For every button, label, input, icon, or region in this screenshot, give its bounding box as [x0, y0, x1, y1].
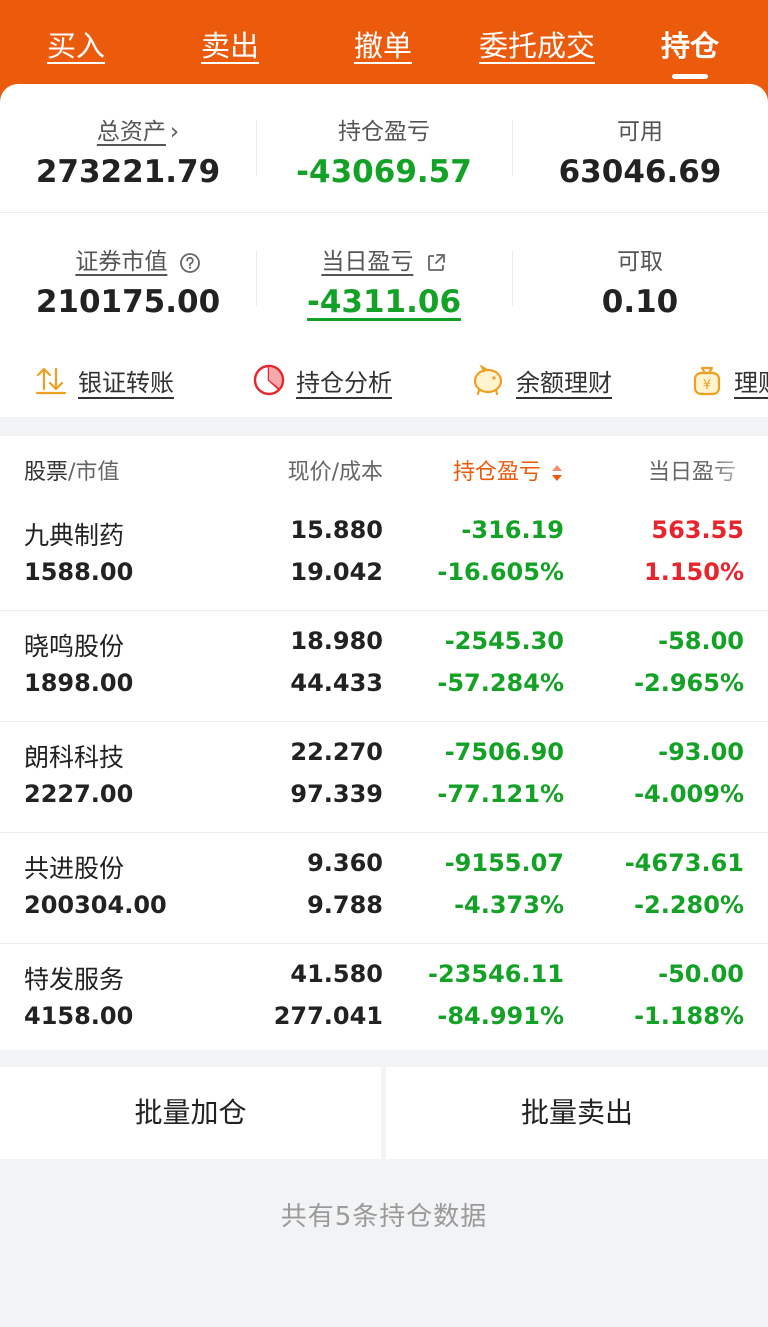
table-row[interactable]: 共进股份 200304.00 9.360 9.788 -9155.07 -4.373% -4… [0, 833, 768, 944]
money-bag-icon: ¥ [693, 366, 721, 396]
stock-market-value: 4158.00 [24, 1002, 134, 1030]
position-pnl-amount: -7506.90 [444, 738, 564, 766]
header-position-pnl[interactable]: 持仓盈亏 [453, 454, 564, 486]
header-price-cost: 现价/成本 [287, 460, 383, 485]
position-pnl-percent: -57.284% [437, 669, 564, 697]
position-pnl-amount: -9155.07 [444, 849, 564, 877]
current-price: 41.580 [290, 960, 383, 988]
position-pnl-value: -43069.57 [296, 154, 472, 190]
external-link-icon[interactable] [425, 252, 447, 274]
holdings-table: 股票/市值 现价/成本 持仓盈亏 当日盈亏 九典制药 1588.00 15.880 1… [0, 436, 768, 1050]
batch-action-bar: 批量加仓 批量卖出 [0, 1067, 768, 1159]
market-value-value: 210175.00 [35, 284, 221, 320]
current-price: 18.980 [290, 627, 383, 655]
current-price: 9.360 [307, 849, 383, 877]
daily-pnl-percent: 1.150% [644, 558, 744, 586]
stock-name: 共进股份 [24, 854, 125, 883]
header-fade-overlay [708, 436, 768, 500]
transfer-icon [35, 367, 67, 395]
account-summary-card: 总资产 › 273221.79 持仓盈亏 -43069.57 可用 63046.6… [0, 84, 768, 417]
daily-pnl-percent: -2.280% [634, 891, 744, 919]
sort-icon [552, 465, 562, 481]
withdrawable-label: 可取 [617, 249, 663, 275]
batch-add-button[interactable]: 批量加仓 [0, 1067, 381, 1159]
position-pnl-percent: -16.605% [437, 558, 564, 586]
total-assets-label[interactable]: 总资产 › [10, 112, 266, 146]
stock-market-value: 2227.00 [24, 780, 134, 808]
total-assets-value: 273221.79 [35, 154, 221, 190]
market-value-label[interactable]: 证券市值 [10, 242, 266, 276]
daily-pnl-percent: -4.009% [634, 780, 744, 808]
header-stock-market-value: 股票/市值 [24, 460, 120, 485]
daily-pnl-amount: 563.55 [651, 516, 744, 544]
position-pnl-amount: -2545.30 [444, 627, 564, 655]
stock-name: 九典制药 [24, 521, 125, 550]
position-pnl-label: 持仓盈亏 [338, 119, 430, 145]
position-pnl-percent: -84.991% [437, 1002, 564, 1030]
stock-market-value: 200304.00 [24, 891, 167, 919]
daily-pnl-amount: -93.00 [658, 738, 744, 766]
daily-pnl-amount: -58.00 [658, 627, 744, 655]
withdrawable-value: 0.10 [601, 284, 679, 320]
cost-price: 277.041 [273, 1002, 383, 1030]
shortcut-balance-wealth[interactable]: 余额理财 [470, 360, 612, 400]
tab-positions[interactable]: 持仓 [638, 26, 742, 66]
piggy-bank-icon [473, 364, 503, 396]
position-pnl-percent: -77.121% [437, 780, 564, 808]
daily-pnl-percent: -2.965% [634, 669, 744, 697]
stock-name: 朗科科技 [24, 743, 125, 772]
shortcut-bank-transfer[interactable]: 银证转账 [34, 360, 174, 400]
chevron-right-icon: › [169, 119, 180, 145]
positions-count-note: 共有5条持仓数据 [280, 1202, 488, 1232]
daily-pnl-amount: -4673.61 [624, 849, 744, 877]
tab-cancel-order[interactable]: 撤单 [331, 26, 435, 66]
position-pnl-amount: -316.19 [461, 516, 564, 544]
stock-market-value: 1898.00 [24, 669, 134, 697]
available-label: 可用 [617, 119, 663, 145]
cost-price: 19.042 [290, 558, 383, 586]
table-row[interactable]: 九典制药 1588.00 15.880 19.042 -316.19 -16.605% 56… [0, 500, 768, 611]
stock-market-value: 1588.00 [24, 558, 134, 586]
stock-name: 特发服务 [24, 965, 125, 994]
tab-sell[interactable]: 卖出 [178, 26, 282, 66]
shortcut-wealth-management[interactable]: ¥ 理财 [690, 360, 768, 400]
current-price: 15.880 [290, 516, 383, 544]
cost-price: 9.788 [307, 891, 383, 919]
current-price: 22.270 [290, 738, 383, 766]
help-icon[interactable] [179, 252, 201, 274]
table-row[interactable]: 朗科科技 2227.00 22.270 97.339 -7506.90 -77.121% -… [0, 722, 768, 833]
divider [0, 212, 768, 213]
batch-sell-button[interactable]: 批量卖出 [386, 1067, 768, 1159]
daily-pnl-label[interactable]: 当日盈亏 [256, 242, 512, 276]
table-row[interactable]: 晓鸣股份 1898.00 18.980 44.433 -2545.30 -57.284% -… [0, 611, 768, 722]
tab-orders-trades[interactable]: 委托成交 [464, 26, 610, 66]
daily-pnl-percent: -1.188% [634, 1002, 744, 1030]
shortcut-position-analysis[interactable]: 持仓分析 [252, 360, 392, 400]
svg-text:¥: ¥ [703, 378, 711, 393]
pie-chart-icon [253, 364, 285, 396]
position-pnl-percent: -4.373% [454, 891, 564, 919]
cost-price: 44.433 [290, 669, 383, 697]
position-pnl-amount: -23546.11 [428, 960, 564, 988]
stock-name: 晓鸣股份 [24, 632, 125, 661]
available-value: 63046.69 [558, 154, 722, 190]
cost-price: 97.339 [290, 780, 383, 808]
tab-buy[interactable]: 买入 [24, 26, 128, 66]
table-header: 股票/市值 现价/成本 持仓盈亏 当日盈亏 [0, 436, 768, 500]
daily-pnl-amount: -50.00 [658, 960, 744, 988]
active-tab-indicator [672, 74, 708, 79]
table-row[interactable]: 特发服务 4158.00 41.580 277.041 -23546.11 -84.991… [0, 944, 768, 1050]
daily-pnl-value[interactable]: -4311.06 [256, 284, 512, 320]
